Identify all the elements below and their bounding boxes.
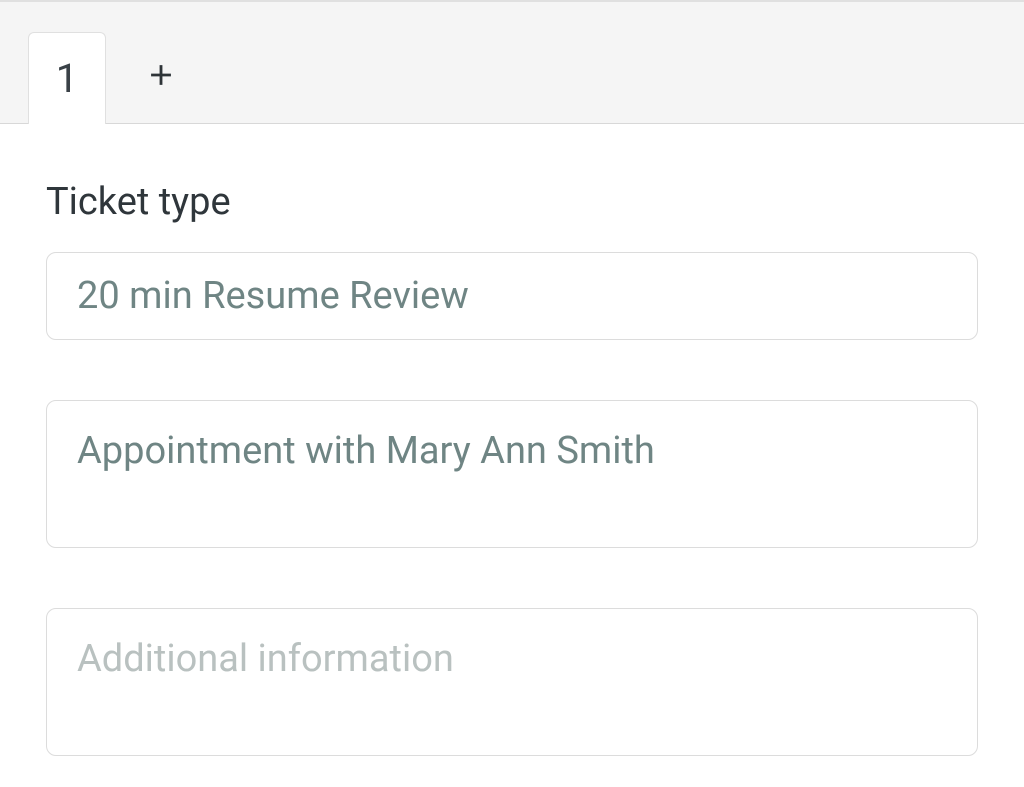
tab-label: 1: [56, 55, 78, 102]
tab-bar: 1: [0, 0, 1024, 124]
appointment-input[interactable]: [46, 400, 978, 548]
tab-1[interactable]: 1: [28, 32, 106, 124]
plus-icon: [144, 58, 178, 96]
form-content: Ticket type: [0, 124, 1024, 756]
ticket-type-label: Ticket type: [46, 180, 978, 224]
ticket-type-input[interactable]: [46, 252, 978, 340]
additional-info-input[interactable]: [46, 608, 978, 756]
add-tab-button[interactable]: [122, 31, 200, 123]
